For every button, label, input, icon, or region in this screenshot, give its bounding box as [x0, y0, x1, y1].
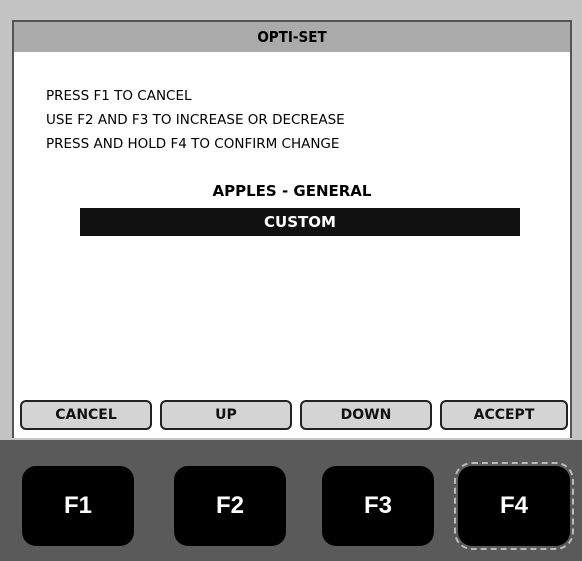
up-softkey[interactable]: UP — [160, 400, 292, 430]
instruction-line-confirm: PRESS AND HOLD F4 TO CONFIRM CHANGE — [46, 136, 340, 152]
lcd-screen: OPTI-SET PRESS F1 TO CANCEL USE F2 AND F… — [12, 20, 572, 438]
product-label: APPLES - GENERAL — [212, 182, 372, 200]
screen-title: OPTI-SET — [14, 22, 570, 52]
device-panel: OPTI-SET PRESS F1 TO CANCEL USE F2 AND F… — [0, 0, 582, 561]
selected-setting[interactable]: CUSTOM — [80, 208, 520, 236]
f1-key[interactable]: F1 — [22, 466, 134, 546]
instructions-block: PRESS F1 TO CANCEL USE F2 AND F3 TO INCR… — [46, 84, 345, 156]
screen-bezel: OPTI-SET PRESS F1 TO CANCEL USE F2 AND F… — [0, 0, 582, 440]
softkey-row: CANCEL UP DOWN ACCEPT — [14, 398, 570, 440]
down-softkey[interactable]: DOWN — [300, 400, 432, 430]
instruction-line-cancel: PRESS F1 TO CANCEL — [46, 88, 192, 104]
cancel-softkey[interactable]: CANCEL — [20, 400, 152, 430]
accept-softkey[interactable]: ACCEPT — [440, 400, 568, 430]
f4-key[interactable]: F4 — [454, 462, 574, 550]
instruction-line-adjust: USE F2 AND F3 TO INCREASE OR DECREASE — [46, 112, 345, 128]
f3-key[interactable]: F3 — [322, 466, 434, 546]
f2-key[interactable]: F2 — [174, 466, 286, 546]
